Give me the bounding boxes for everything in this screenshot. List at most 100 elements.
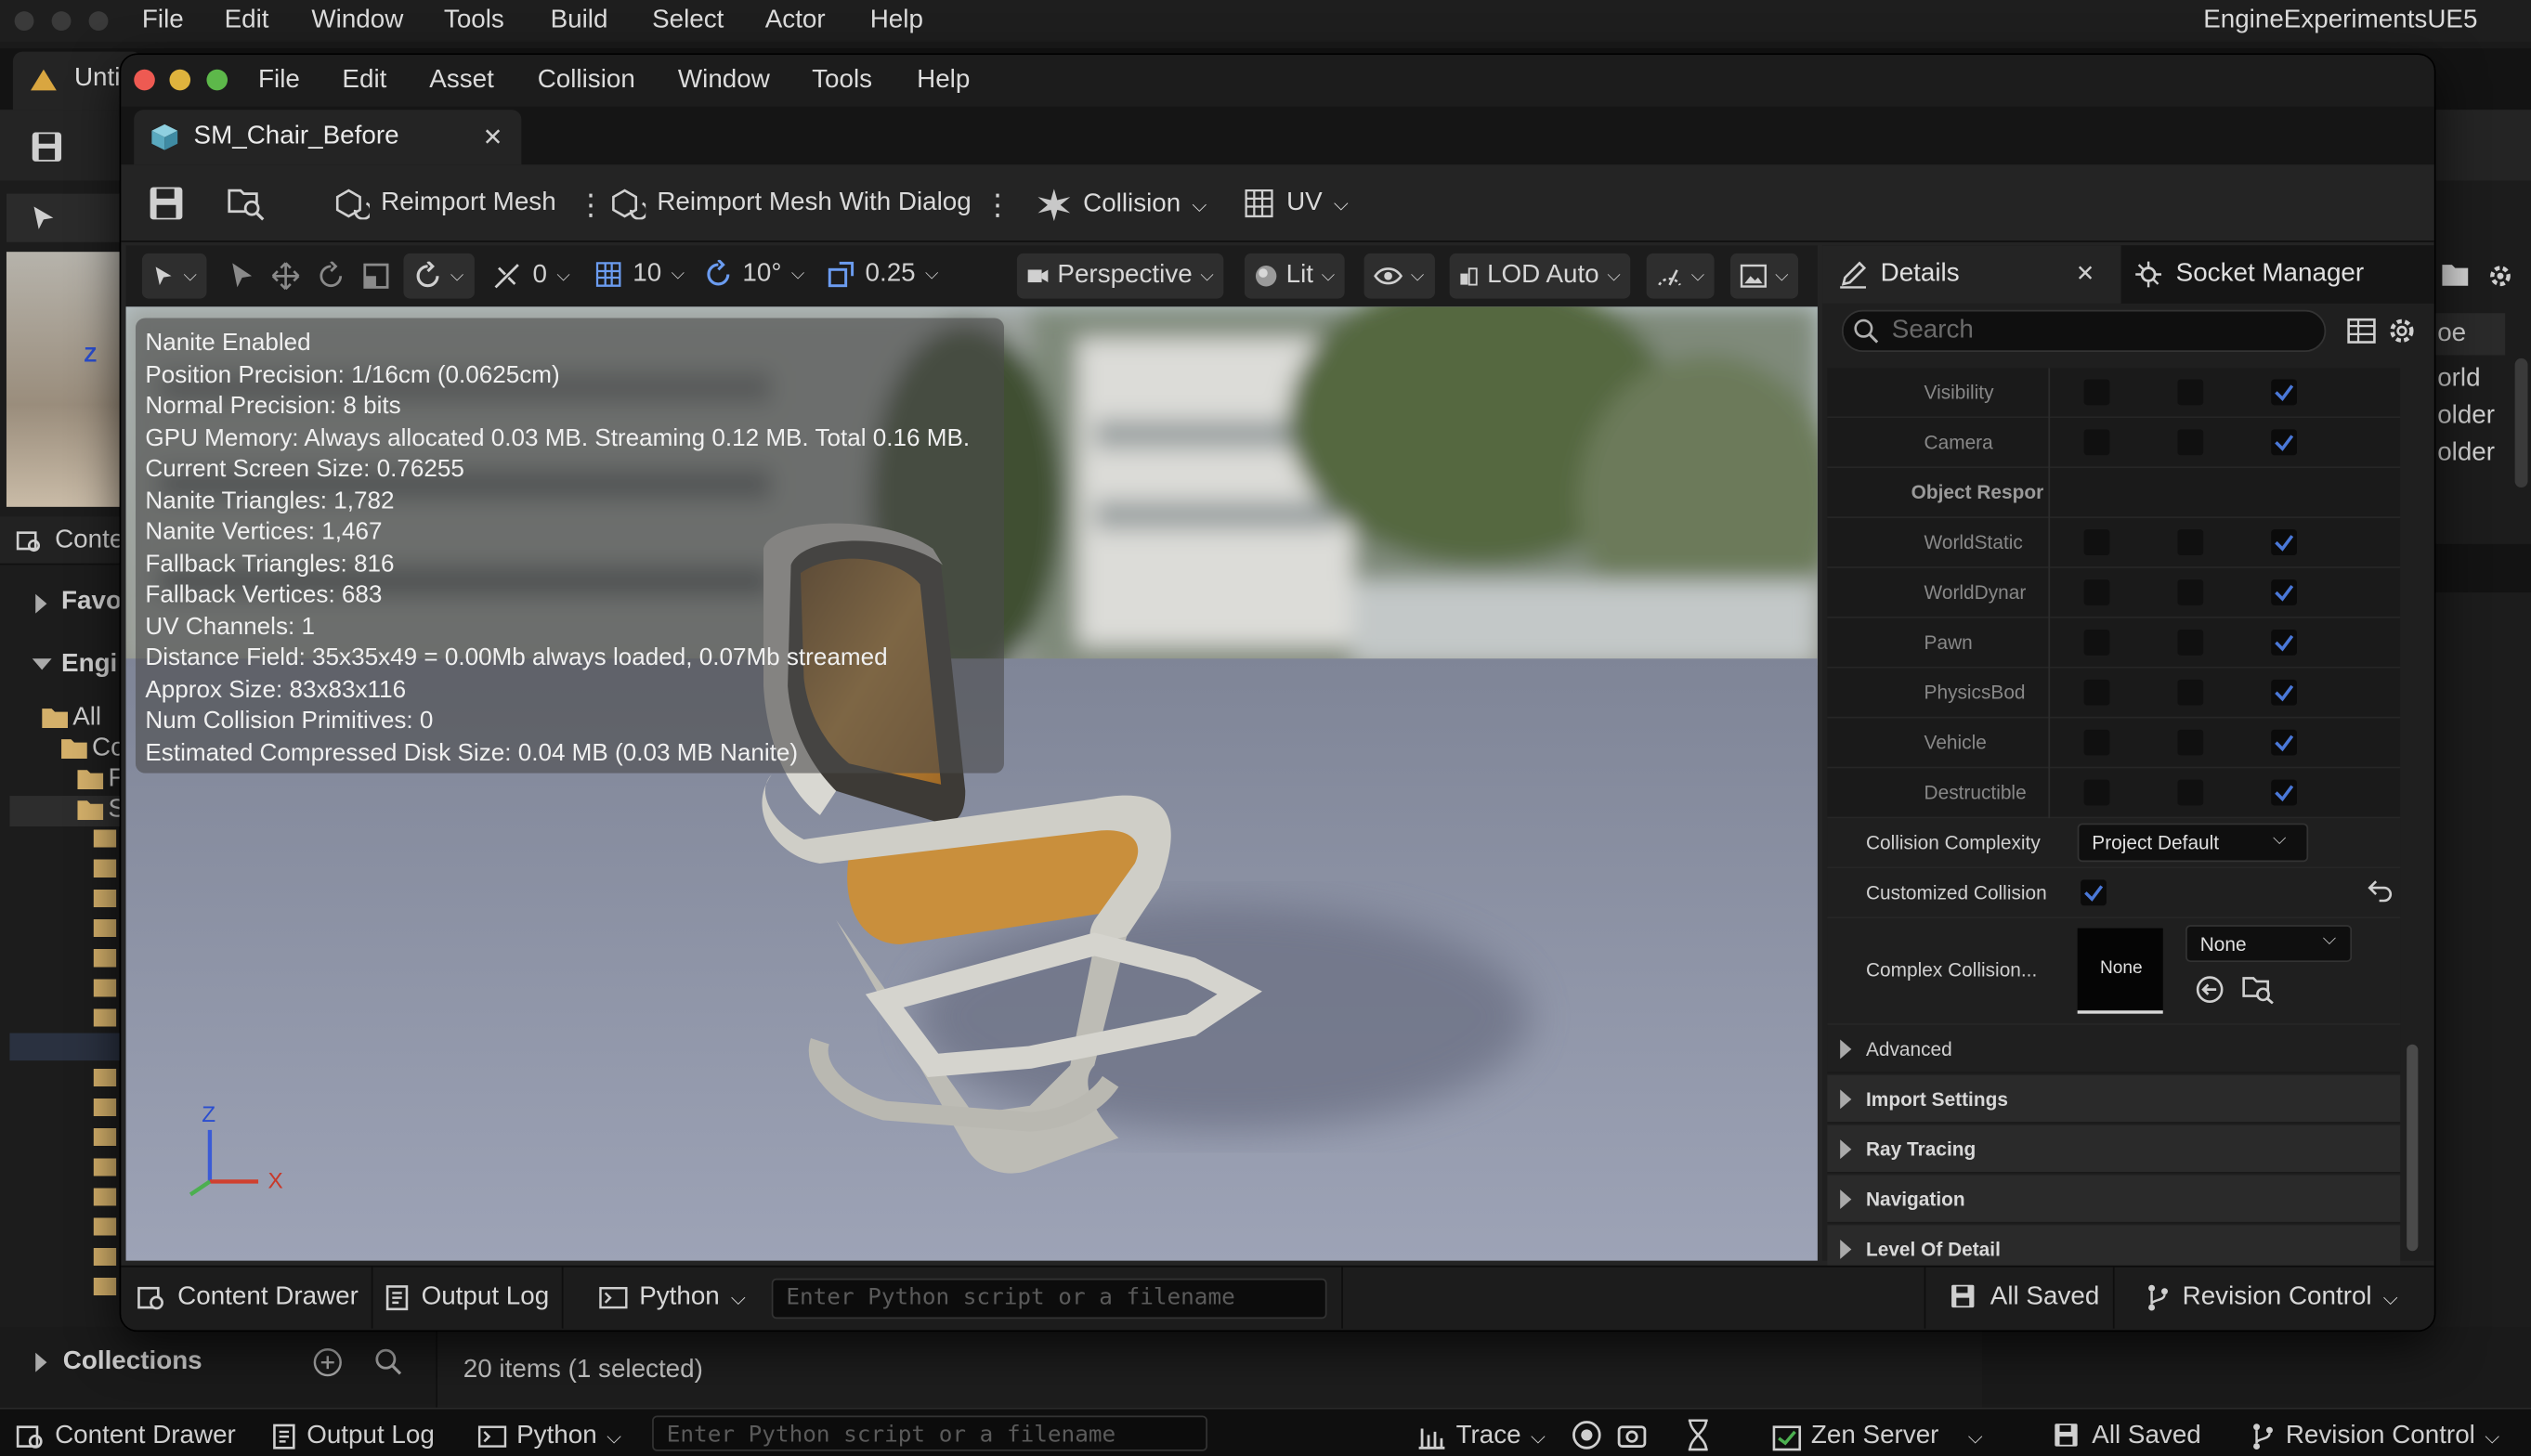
ignore-checkbox[interactable] — [2083, 429, 2110, 456]
menu-asset[interactable]: Asset — [429, 66, 494, 95]
trace-dropdown[interactable]: Trace ⌵ — [1417, 1422, 1546, 1450]
overlap-checkbox[interactable] — [2177, 679, 2204, 706]
perspective-dropdown[interactable]: Perspective ⌵ — [1016, 253, 1224, 299]
menu-edit[interactable]: Edit — [342, 66, 386, 95]
surface-snap-button[interactable]: 0 ⌵ — [490, 260, 570, 292]
outer-zoom-button[interactable] — [88, 11, 109, 32]
engine-caret-icon[interactable] — [32, 658, 52, 670]
tree-selected-row[interactable]: S — [9, 796, 126, 827]
collision-dropdown[interactable]: Collision ⌵ — [1037, 188, 1207, 223]
screenshot-icon[interactable] — [1617, 1421, 1647, 1450]
overlap-checkbox[interactable] — [2177, 429, 2204, 456]
status-python-dropdown[interactable]: Python ⌵ — [477, 1422, 621, 1450]
mesh-viewport[interactable]: Nanite Enabled Position Precision: 1/16c… — [125, 306, 1818, 1261]
window-minimize-button[interactable] — [169, 69, 191, 91]
output-log-button[interactable]: Output Log — [372, 1267, 564, 1329]
select-tool-icon[interactable] — [229, 262, 255, 291]
details-search-input[interactable]: Search — [1841, 309, 2327, 352]
close-details-icon[interactable]: ✕ — [2076, 260, 2094, 288]
back-right-scrollbar[interactable] — [2514, 358, 2528, 488]
outer-close-button[interactable] — [14, 11, 34, 32]
ignore-checkbox[interactable] — [2083, 379, 2110, 406]
menu-tools[interactable]: Tools — [812, 66, 872, 95]
tree-co[interactable]: Co — [92, 734, 125, 763]
outer-menu-file[interactable]: File — [142, 6, 184, 35]
reimport-mesh-dialog-button[interactable]: Reimport Mesh With Dialog — [610, 188, 972, 220]
outer-menu-window[interactable]: Window — [311, 6, 403, 35]
tree-favorites[interactable]: Favo — [61, 588, 122, 617]
block-checkbox-checked[interactable] — [2271, 679, 2298, 706]
outer-menu-tools[interactable]: Tools — [444, 6, 504, 35]
status-python-input[interactable]: Enter Python script or a filename — [652, 1415, 1207, 1451]
block-checkbox-checked[interactable] — [2271, 579, 2298, 605]
customized-collision-checkbox[interactable] — [2081, 879, 2107, 906]
reimport-dialog-options-icon[interactable]: ⋮ — [983, 188, 1011, 223]
section-ray-tracing[interactable]: Ray Tracing — [1827, 1124, 2401, 1174]
details-tab[interactable]: Details ✕ — [1822, 245, 2121, 304]
hourglass-icon[interactable] — [1685, 1419, 1711, 1451]
lod-dropdown[interactable]: LOD Auto ⌵ — [1449, 253, 1631, 299]
reimport-mesh-button[interactable]: Reimport Mesh — [334, 188, 556, 220]
ignore-checkbox[interactable] — [2083, 679, 2110, 706]
collections-caret-icon[interactable] — [35, 1352, 47, 1372]
ignore-checkbox[interactable] — [2083, 529, 2110, 555]
block-checkbox-checked[interactable] — [2271, 629, 2298, 656]
ignore-checkbox[interactable] — [2083, 629, 2110, 656]
block-checkbox-checked[interactable] — [2271, 379, 2298, 406]
complex-collision-thumbnail[interactable]: None — [2077, 928, 2163, 1014]
show-flags-dropdown[interactable]: ⌵ — [1363, 253, 1435, 299]
overlap-checkbox[interactable] — [2177, 779, 2204, 806]
status-content-drawer-button[interactable]: Content Drawer — [16, 1422, 236, 1450]
ignore-checkbox[interactable] — [2083, 579, 2110, 605]
outer-minimize-button[interactable] — [51, 11, 72, 32]
all-saved-button[interactable]: All Saved — [1937, 1267, 2114, 1329]
viewport-options-button[interactable]: ⌵ — [141, 253, 207, 299]
table-view-icon[interactable] — [2347, 318, 2376, 344]
overlap-checkbox[interactable] — [2177, 579, 2204, 605]
section-advanced[interactable]: Advanced — [1827, 1024, 2401, 1074]
python-input[interactable]: Enter Python script or a filename — [771, 1278, 1327, 1320]
socket-manager-tab[interactable]: Socket Manager — [2133, 245, 2364, 304]
overlap-checkbox[interactable] — [2177, 729, 2204, 756]
asset-tab[interactable]: SM_Chair_Before ✕ — [134, 110, 522, 165]
use-selected-asset-icon[interactable] — [2196, 975, 2224, 1004]
back-select-mode[interactable] — [6, 193, 124, 242]
revision-control-dropdown[interactable]: Revision Control ⌵ — [2133, 1268, 2411, 1329]
grid-snap-button[interactable]: 10 ⌵ — [594, 260, 685, 289]
outer-menu-help[interactable]: Help — [870, 6, 923, 35]
content-drawer-button[interactable]: Content Drawer — [124, 1267, 373, 1329]
window-close-button[interactable] — [134, 69, 155, 91]
menu-window[interactable]: Window — [678, 66, 770, 95]
zen-server-dropdown[interactable]: Zen Server ⌵ — [1772, 1422, 1983, 1451]
status-output-log-button[interactable]: Output Log — [271, 1422, 435, 1450]
back-settings-gear-icon[interactable] — [2485, 262, 2514, 291]
back-save-icon[interactable] — [29, 129, 64, 164]
uv-dropdown[interactable]: UV ⌵ — [1243, 188, 1349, 220]
menu-collision[interactable]: Collision — [538, 66, 635, 95]
browse-to-asset-icon[interactable] — [2242, 975, 2275, 1005]
complex-collision-dropdown[interactable]: None ⌵ — [2185, 925, 2353, 963]
block-checkbox-checked[interactable] — [2271, 429, 2298, 456]
reimport-options-icon[interactable]: ⋮ — [576, 188, 605, 223]
collision-complexity-dropdown[interactable]: Project Default ⌵ — [2077, 823, 2309, 863]
viewport-layout-dropdown[interactable]: ⌵ — [1730, 253, 1799, 299]
details-settings-gear-icon[interactable] — [2387, 317, 2416, 345]
ignore-checkbox[interactable] — [2083, 729, 2110, 756]
tree-engine[interactable]: Engi — [61, 651, 117, 680]
overlap-checkbox[interactable] — [2177, 379, 2204, 406]
rotation-snap-button[interactable]: 10° ⌵ — [704, 259, 804, 289]
close-tab-icon[interactable]: ✕ — [483, 123, 503, 152]
ignore-checkbox[interactable] — [2083, 779, 2110, 806]
performance-dropdown[interactable]: ⌵ — [1646, 253, 1715, 299]
section-navigation[interactable]: Navigation — [1827, 1175, 2401, 1224]
add-collection-icon[interactable] — [313, 1348, 342, 1377]
menu-file[interactable]: File — [258, 66, 300, 95]
menu-help[interactable]: Help — [917, 66, 970, 95]
reset-to-default-icon[interactable] — [2368, 879, 2394, 903]
scale-snap-button[interactable]: 0.25 ⌵ — [827, 260, 939, 289]
tree-all[interactable]: All — [72, 704, 101, 733]
block-checkbox-checked[interactable] — [2271, 779, 2298, 806]
outer-menu-select[interactable]: Select — [652, 6, 724, 35]
browse-asset-icon[interactable] — [228, 186, 267, 221]
translate-tool-icon[interactable] — [271, 262, 300, 291]
